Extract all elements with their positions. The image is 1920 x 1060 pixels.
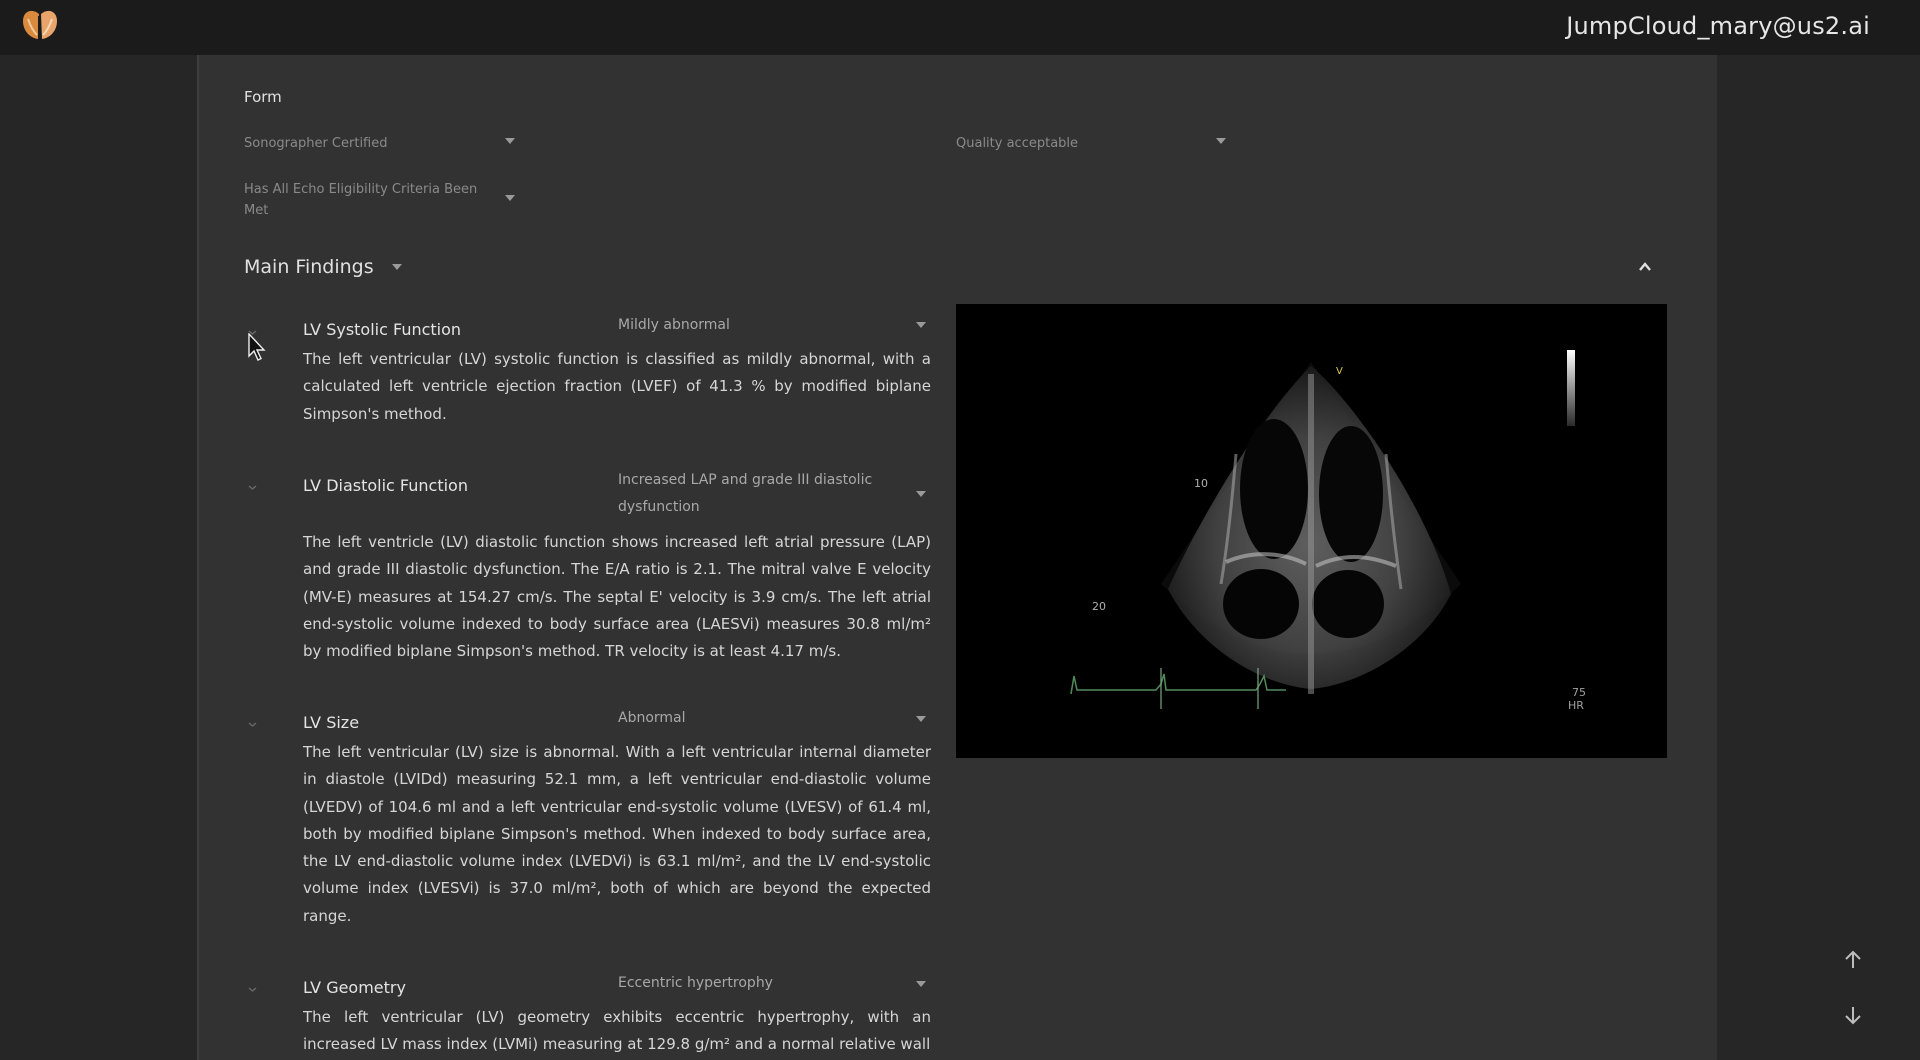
arrow-up-icon[interactable] (1842, 949, 1864, 971)
finding-title-lv-systolic: LV Systolic Function (303, 320, 462, 339)
finding-title-lv-size: LV Size (303, 713, 360, 732)
ecg-trace (1070, 673, 1286, 695)
user-account-name[interactable]: JumpCloud_mary@us2.ai (1566, 12, 1870, 40)
lv-size-select[interactable]: Abnormal (618, 705, 918, 732)
row-chevron-down-icon[interactable] (248, 483, 257, 492)
lv-diastolic-select[interactable]: Increased LAP and grade III diastolic dy… (618, 467, 903, 521)
lv-geometry-select-value: Eccentric hypertrophy (618, 975, 773, 991)
finding-title-lv-geometry: LV Geometry (303, 978, 406, 997)
quality-select[interactable]: Quality acceptable (956, 133, 1226, 154)
arrow-down-icon[interactable] (1842, 1004, 1864, 1026)
butterfly-logo-icon[interactable] (18, 5, 62, 49)
eligibility-select[interactable]: Has All Echo Eligibility Criteria Been M… (244, 179, 484, 221)
finding-text-lv-diastolic: The left ventricle (LV) diastolic functi… (303, 533, 931, 661)
lv-geometry-chevron-down-icon[interactable] (916, 981, 926, 987)
quality-chevron-down-icon[interactable] (1216, 138, 1226, 144)
sonographer-select[interactable]: Sonographer Certified (244, 133, 514, 154)
depth-label-10: 10 (1194, 477, 1208, 490)
finding-text-lv-geometry: The left ventricular (LV) geometry exhib… (303, 1008, 931, 1054)
sonographer-select-value: Sonographer Certified (244, 136, 388, 151)
eligibility-select-value: Has All Echo Eligibility Criteria Been M… (244, 182, 478, 218)
right-gutter (1717, 55, 1920, 1060)
probe-marker: V (1336, 366, 1343, 377)
heart-rate-value: 75 (1572, 686, 1586, 699)
lv-size-chevron-down-icon[interactable] (916, 716, 926, 722)
greyscale-bar (1567, 350, 1575, 426)
finding-text-lv-size: The left ventricular (LV) size is abnorm… (303, 743, 931, 925)
echo-apical-four-chamber-image: 10 20 V 75 HR (1070, 350, 1586, 712)
lv-diastolic-select-value: Increased LAP and grade III diastolic dy… (618, 472, 873, 515)
lv-size-select-value: Abnormal (618, 710, 686, 726)
lv-systolic-select[interactable]: Mildly abnormal (618, 312, 918, 339)
chevron-up-icon[interactable] (1636, 258, 1654, 276)
main-findings-chevron-down-icon[interactable] (391, 264, 402, 270)
echo-image-viewer[interactable]: 10 20 V 75 HR (956, 304, 1667, 758)
main-findings-label: Main Findings (244, 256, 374, 278)
eligibility-chevron-down-icon[interactable] (505, 195, 515, 201)
lv-systolic-select-value: Mildly abnormal (618, 317, 730, 333)
form-section-label: Form (244, 88, 282, 106)
finding-title-lv-diastolic: LV Diastolic Function (303, 476, 468, 495)
lv-systolic-chevron-down-icon[interactable] (916, 322, 926, 328)
sonographer-chevron-down-icon[interactable] (505, 138, 515, 144)
finding-text-lv-systolic: The left ventricular (LV) systolic funct… (303, 350, 931, 423)
depth-label-20: 20 (1092, 600, 1106, 613)
row-chevron-down-icon[interactable] (248, 985, 257, 994)
lv-geometry-select[interactable]: Eccentric hypertrophy (618, 970, 918, 997)
quality-select-value: Quality acceptable (956, 136, 1079, 151)
left-gutter (0, 55, 197, 1060)
lv-diastolic-chevron-down-icon[interactable] (916, 491, 926, 497)
row-chevron-down-icon[interactable] (248, 720, 257, 729)
top-bar: JumpCloud_mary@us2.ai (0, 0, 1920, 55)
heart-rate-label: HR (1568, 699, 1584, 712)
mouse-pointer-icon (248, 333, 266, 361)
main-findings-title[interactable]: Main Findings (244, 256, 402, 278)
